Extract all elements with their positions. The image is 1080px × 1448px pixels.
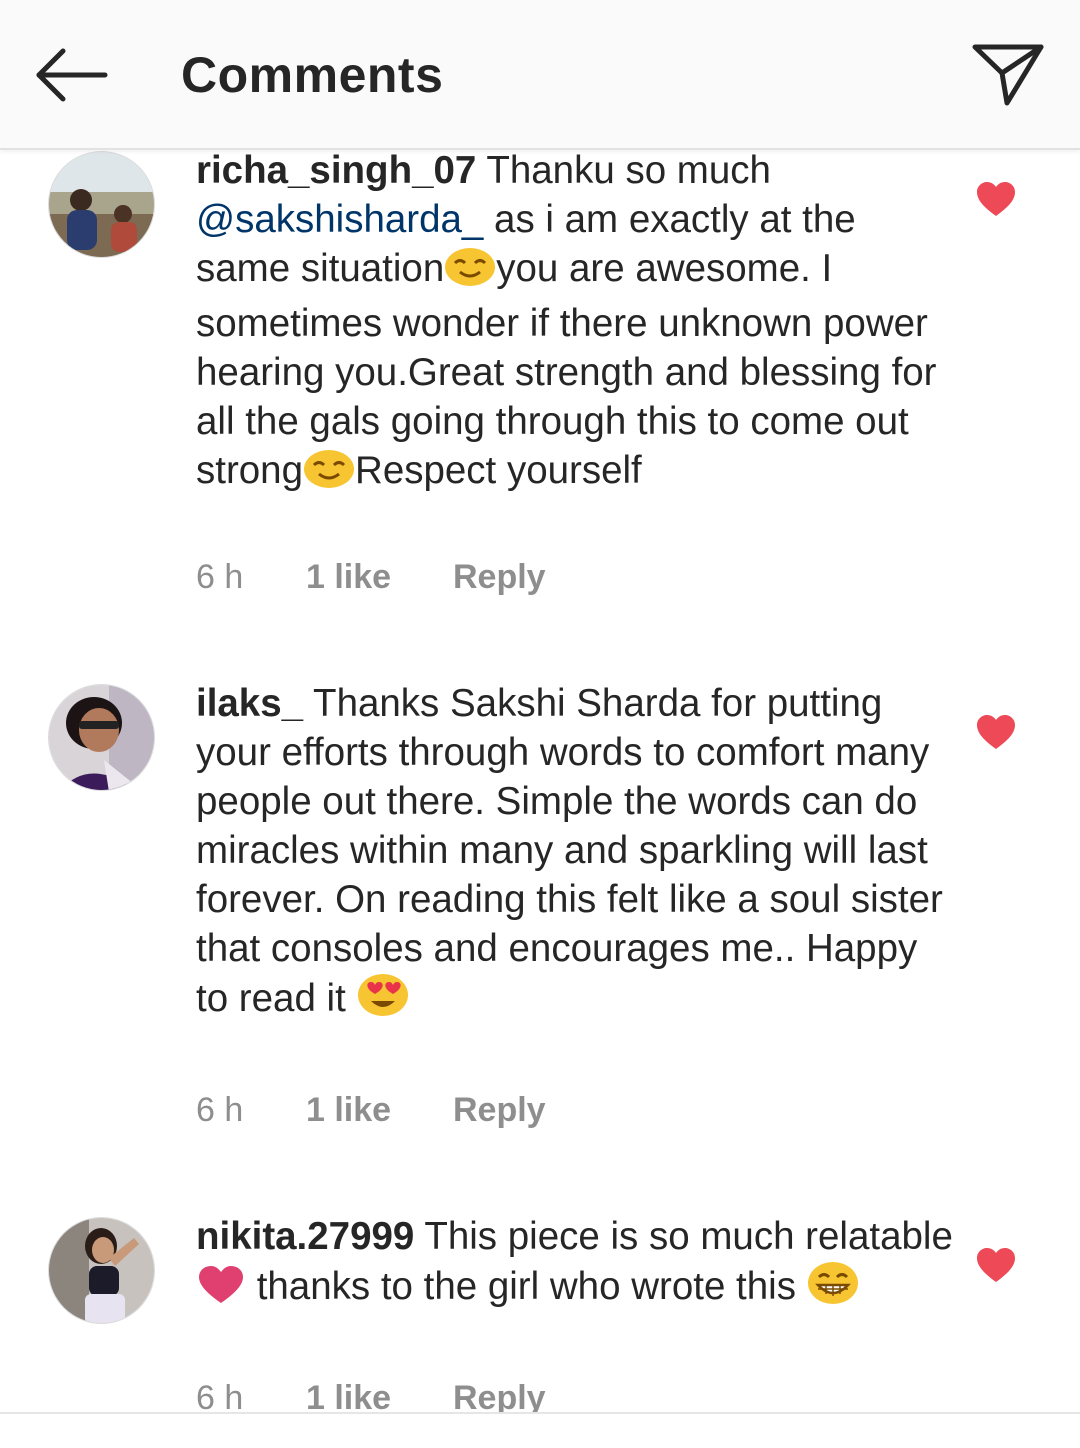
heart-icon[interactable]	[976, 182, 1016, 218]
grinning-face-emoji	[807, 1261, 859, 1317]
arrow-left-icon[interactable]	[30, 40, 112, 110]
comment-username[interactable]: richa_singh_07	[196, 149, 476, 192]
comment-timestamp: 6 h	[196, 1091, 244, 1129]
comment-list[interactable]: richa_singh_07 Thanku so much @sakshisha…	[0, 0, 1080, 1412]
avatar[interactable]	[48, 151, 155, 258]
reply-button[interactable]: Reply	[453, 558, 546, 597]
comment-text: richa_singh_07 Thanku so much @sakshisha…	[196, 146, 956, 501]
comment-body: Respect yourself	[355, 449, 642, 492]
heart-icon[interactable]	[976, 715, 1016, 751]
page-title: Comments	[181, 47, 444, 103]
direct-send-icon[interactable]	[966, 36, 1050, 112]
comment-likes-link[interactable]: 1 like	[306, 558, 391, 597]
avatar[interactable]	[48, 1217, 155, 1324]
reply-button[interactable]: Reply	[453, 1379, 546, 1412]
mention-link[interactable]: @sakshisharda_	[196, 198, 483, 241]
smiling-face-emoji	[444, 247, 496, 299]
comment-username[interactable]: nikita.27999	[196, 1215, 414, 1258]
comment-text: nikita.27999 This piece is so much relat…	[196, 1212, 956, 1317]
comment-body: Thanks Sakshi Sharda for putting your ef…	[196, 682, 943, 1020]
pink-heart-emoji	[196, 1265, 246, 1317]
comment-likes-link[interactable]: 1 like	[306, 1091, 391, 1130]
comment-body: This piece is so much relatable	[414, 1215, 953, 1258]
heart-icon[interactable]	[976, 1248, 1016, 1284]
comment-username[interactable]: ilaks_	[196, 682, 303, 725]
comment-text: ilaks_ Thanks Sakshi Sharda for putting …	[196, 679, 956, 1029]
smiling-face-emoji	[303, 449, 355, 501]
comment-likes-link[interactable]: 1 like	[306, 1379, 391, 1412]
heart-eyes-emoji	[357, 973, 409, 1029]
avatar[interactable]	[48, 684, 155, 791]
comment-timestamp: 6 h	[196, 1379, 244, 1412]
comment-input-bar-edge	[0, 1412, 1080, 1448]
header-bar: Comments	[0, 0, 1080, 150]
reply-button[interactable]: Reply	[453, 1091, 546, 1130]
comment-body: Thanku so much	[476, 149, 771, 192]
comment-body: thanks to the girl who wrote this	[246, 1265, 807, 1308]
comment-timestamp: 6 h	[196, 558, 244, 596]
